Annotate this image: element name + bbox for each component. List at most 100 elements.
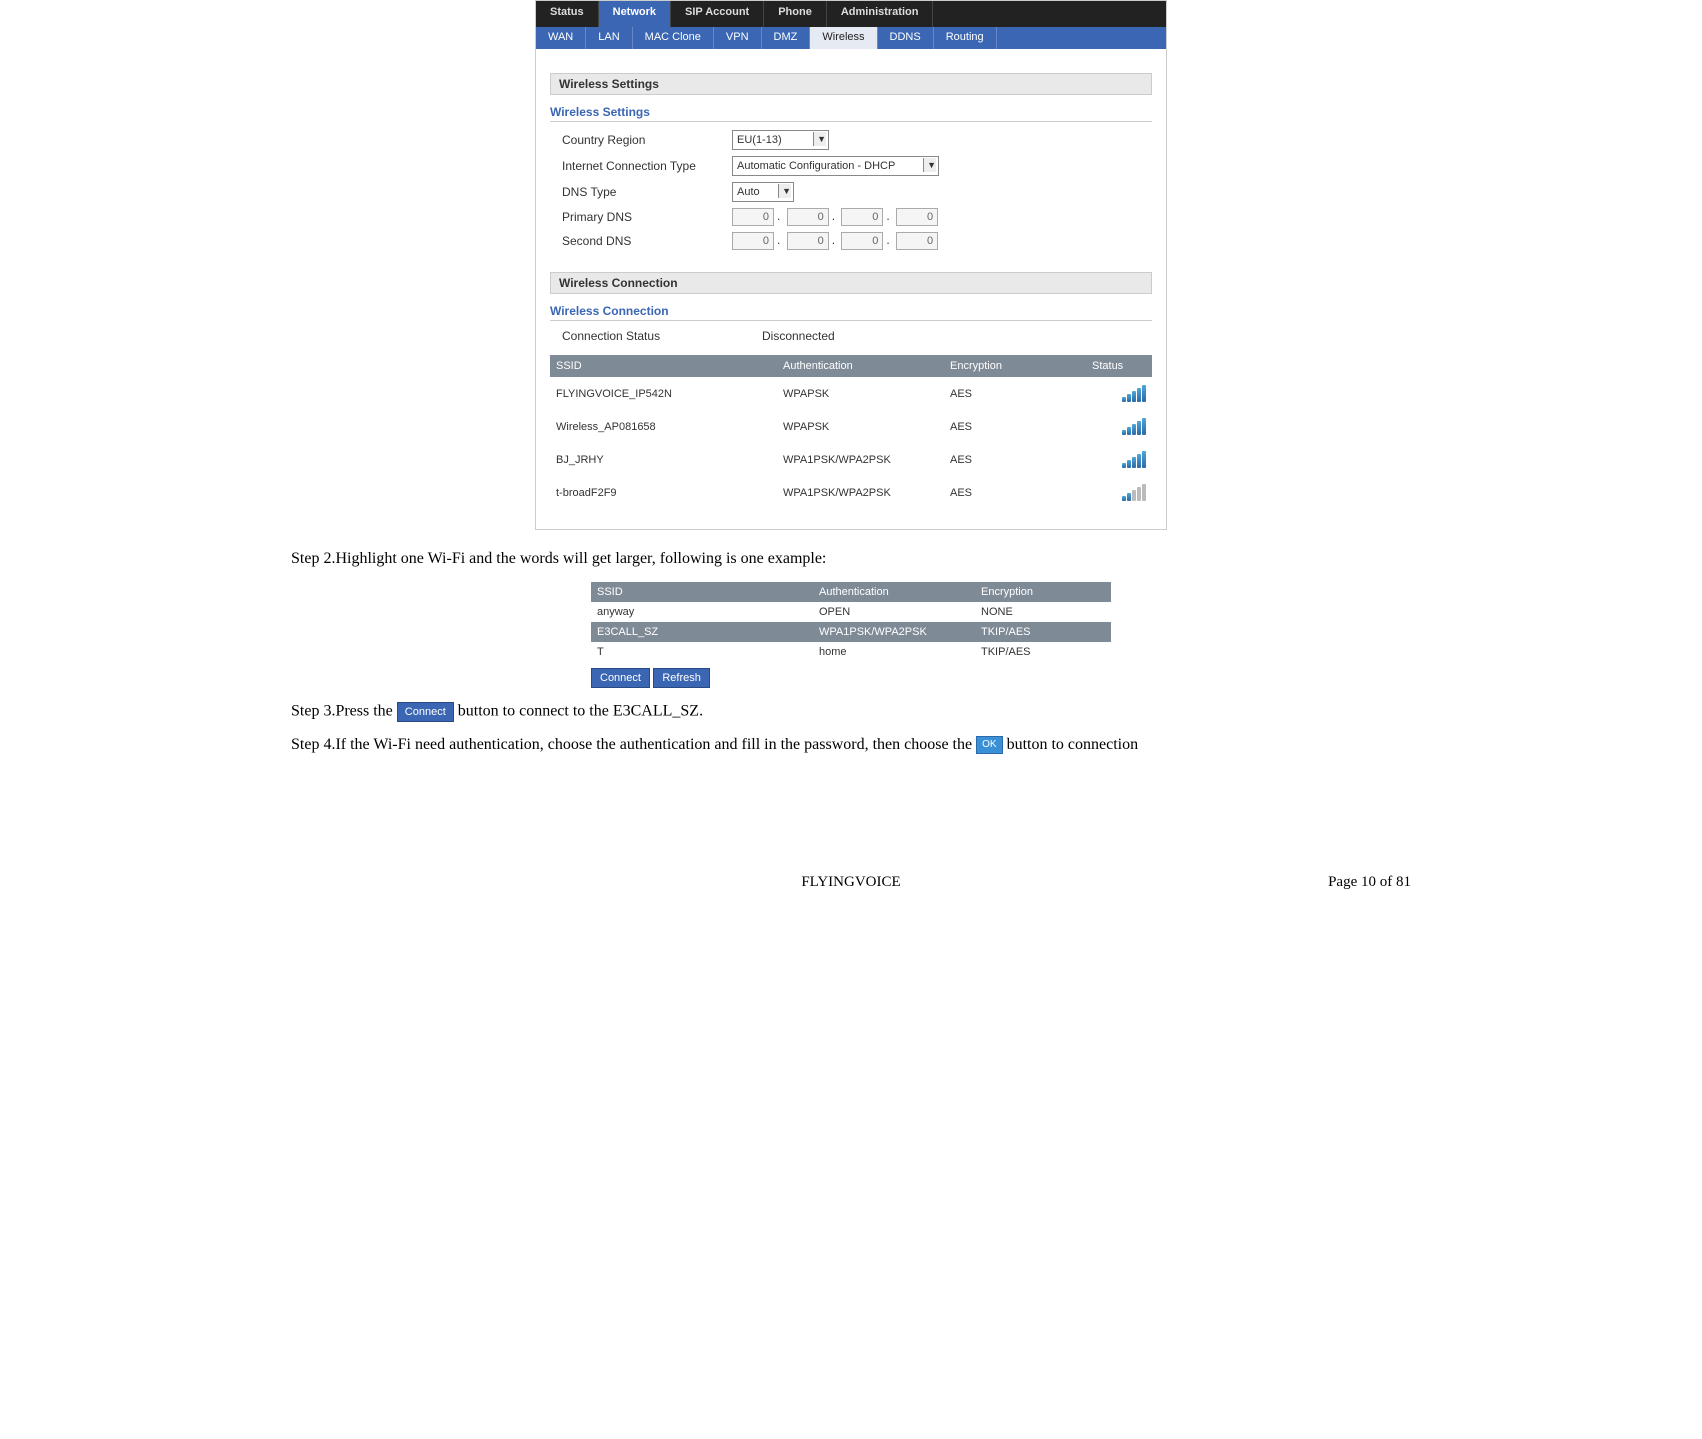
- tab-network[interactable]: Network: [599, 1, 671, 27]
- fieldset-title-wireless-settings: Wireless Settings: [550, 105, 1152, 119]
- row-second-dns: Second DNS 0. 0. 0. 0: [550, 232, 1152, 250]
- signal-icon: [1122, 418, 1146, 435]
- tab-sip-account[interactable]: SIP Account: [671, 1, 764, 27]
- label-primary-dns: Primary DNS: [550, 210, 732, 224]
- wifi-ssid: Wireless_AP081658: [550, 421, 777, 433]
- wifi2-header: SSID Authentication Encryption: [591, 582, 1111, 602]
- wifi-enc: AES: [944, 487, 1086, 499]
- divider: [550, 121, 1152, 122]
- subtab-wan[interactable]: WAN: [536, 27, 586, 49]
- connect-button-inline: Connect: [397, 702, 454, 722]
- wifi2-ssid: T: [591, 642, 813, 662]
- section-bar-wireless-settings: Wireless Settings: [550, 73, 1152, 95]
- label-internet-connection-type: Internet Connection Type: [550, 159, 732, 173]
- page-footer: FLYINGVOICE Page 10 of 81: [291, 874, 1411, 898]
- row-internet-connection-type: Internet Connection Type Automatic Confi…: [550, 156, 1152, 176]
- wireless-settings-screenshot: Status Network SIP Account Phone Adminis…: [535, 0, 1167, 530]
- step4-prefix: Step 4.If the Wi-Fi need authentication,…: [291, 736, 976, 753]
- wifi-ssid: FLYINGVOICE_IP542N: [550, 388, 777, 400]
- subtab-dmz[interactable]: DMZ: [762, 27, 811, 49]
- step3-text: Step 3.Press the Connect button to conne…: [291, 702, 1411, 722]
- subtab-ddns[interactable]: DDNS: [878, 27, 934, 49]
- wifi-auth: WPA1PSK/WPA2PSK: [777, 487, 944, 499]
- wifi-auth: WPA1PSK/WPA2PSK: [777, 454, 944, 466]
- subtab-routing[interactable]: Routing: [934, 27, 997, 49]
- wifi2-ssid: anyway: [591, 602, 813, 622]
- select-country-region[interactable]: EU(1-13): [732, 130, 829, 150]
- second-dns-seg-3[interactable]: 0: [841, 232, 883, 250]
- wifi-auth: WPAPSK: [777, 421, 944, 433]
- section-bar-wireless-connection: Wireless Connection: [550, 272, 1152, 294]
- wifi2-row[interactable]: T home TKIP/AES: [591, 642, 1111, 662]
- subtab-wireless[interactable]: Wireless: [810, 27, 877, 49]
- select-internet-connection-type[interactable]: Automatic Configuration - DHCP: [732, 156, 939, 176]
- row-country-region: Country Region EU(1-13): [550, 130, 1152, 150]
- second-dns-seg-1[interactable]: 0: [732, 232, 774, 250]
- wifi-row[interactable]: BJ_JRHY WPA1PSK/WPA2PSK AES: [550, 443, 1152, 476]
- primary-dns-seg-1[interactable]: 0: [732, 208, 774, 226]
- label-dns-type: DNS Type: [550, 185, 732, 199]
- step4-text: Step 4.If the Wi-Fi need authentication,…: [291, 736, 1411, 754]
- wifi2-ssid: E3CALL_SZ: [591, 622, 813, 642]
- label-country-region: Country Region: [550, 133, 732, 147]
- header-ssid: SSID: [550, 355, 777, 377]
- refresh-button[interactable]: Refresh: [653, 668, 710, 688]
- subtab-vpn[interactable]: VPN: [714, 27, 762, 49]
- second-dns-seg-4[interactable]: 0: [896, 232, 938, 250]
- wifi-ssid: t-broadF2F9: [550, 487, 777, 499]
- header-status: Status: [1086, 355, 1152, 377]
- header-ssid: SSID: [591, 582, 813, 602]
- header-encryption: Encryption: [944, 355, 1086, 377]
- tab-status[interactable]: Status: [536, 1, 599, 27]
- signal-icon: [1122, 385, 1146, 402]
- footer-brand: FLYINGVOICE: [801, 874, 900, 891]
- wifi2-auth: WPA1PSK/WPA2PSK: [813, 622, 975, 642]
- subtab-mac-clone[interactable]: MAC Clone: [633, 27, 714, 49]
- wifi-table: SSID Authentication Encryption Status FL…: [550, 355, 1152, 509]
- wifi2-buttons: Connect Refresh: [591, 668, 1111, 688]
- wifi-enc: AES: [944, 421, 1086, 433]
- tab-phone[interactable]: Phone: [764, 1, 827, 27]
- second-dns-seg-2[interactable]: 0: [787, 232, 829, 250]
- row-connection-status: Connection Status Disconnected: [550, 329, 1152, 343]
- wifi2-auth: OPEN: [813, 602, 975, 622]
- primary-dns-input-group: 0. 0. 0. 0: [732, 208, 938, 226]
- fieldset-title-wireless-connection: Wireless Connection: [550, 304, 1152, 318]
- wifi2-enc: TKIP/AES: [975, 622, 1111, 642]
- sub-tabs: WAN LAN MAC Clone VPN DMZ Wireless DDNS …: [536, 27, 1166, 49]
- wifi2-row-selected[interactable]: E3CALL_SZ WPA1PSK/WPA2PSK TKIP/AES: [591, 622, 1111, 642]
- signal-icon: [1122, 484, 1146, 501]
- row-primary-dns: Primary DNS 0. 0. 0. 0: [550, 208, 1152, 226]
- wifi-ssid: BJ_JRHY: [550, 454, 777, 466]
- header-encryption: Encryption: [975, 582, 1111, 602]
- wifi2-auth: home: [813, 642, 975, 662]
- wifi-auth: WPAPSK: [777, 388, 944, 400]
- primary-dns-seg-3[interactable]: 0: [841, 208, 883, 226]
- divider: [550, 320, 1152, 321]
- header-authentication: Authentication: [777, 355, 944, 377]
- step3-prefix: Step 3.Press the: [291, 703, 397, 720]
- wifi-row[interactable]: t-broadF2F9 WPA1PSK/WPA2PSK AES: [550, 476, 1152, 509]
- select-dns-type[interactable]: Auto: [732, 182, 794, 202]
- wifi-row[interactable]: FLYINGVOICE_IP542N WPAPSK AES: [550, 377, 1152, 410]
- wifi-enc: AES: [944, 388, 1086, 400]
- tab-administration[interactable]: Administration: [827, 1, 934, 27]
- primary-dns-seg-4[interactable]: 0: [896, 208, 938, 226]
- wifi-enc: AES: [944, 454, 1086, 466]
- primary-dns-seg-2[interactable]: 0: [787, 208, 829, 226]
- wifi2-row[interactable]: anyway OPEN NONE: [591, 602, 1111, 622]
- content-area: Wireless Settings Wireless Settings Coun…: [536, 49, 1166, 529]
- header-authentication: Authentication: [813, 582, 975, 602]
- wifi-row[interactable]: Wireless_AP081658 WPAPSK AES: [550, 410, 1152, 443]
- value-connection-status: Disconnected: [762, 329, 835, 343]
- row-dns-type: DNS Type Auto: [550, 182, 1152, 202]
- subtab-lan[interactable]: LAN: [586, 27, 632, 49]
- wifi2-enc: NONE: [975, 602, 1111, 622]
- wifi-table-header: SSID Authentication Encryption Status: [550, 355, 1152, 377]
- main-tabs: Status Network SIP Account Phone Adminis…: [536, 1, 1166, 27]
- footer-page-number: Page 10 of 81: [1328, 874, 1411, 891]
- step2-text: Step 2.Highlight one Wi-Fi and the words…: [291, 550, 1411, 568]
- label-second-dns: Second DNS: [550, 234, 732, 248]
- connect-button[interactable]: Connect: [591, 668, 650, 688]
- step3-suffix: button to connect to the E3CALL_SZ.: [458, 703, 703, 720]
